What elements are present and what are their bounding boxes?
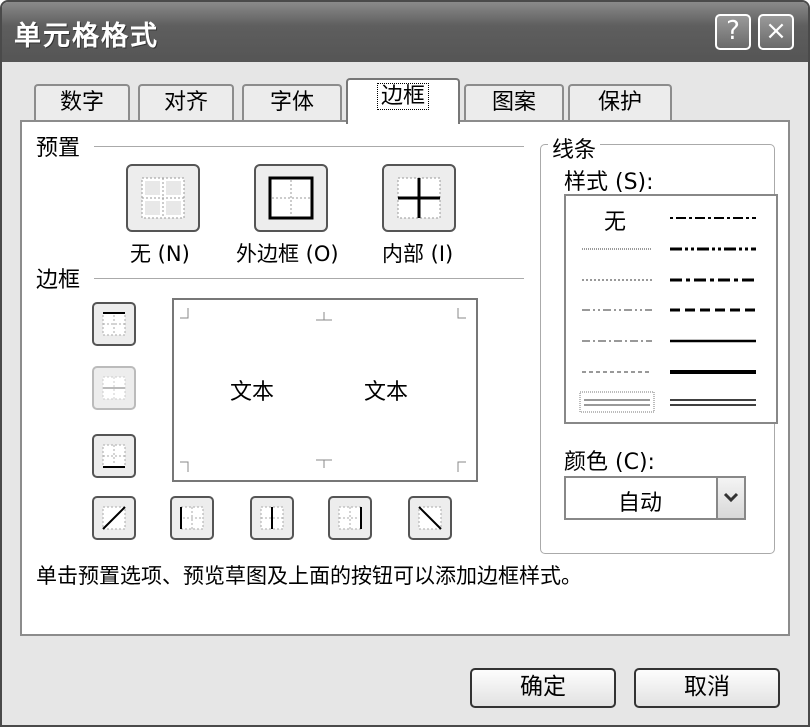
- tab-font[interactable]: 字体: [242, 84, 342, 122]
- border-divider: [94, 278, 524, 279]
- tab-panel: 预置 无 (N) 外边框 (O) 内部 (I) 边框 文本 文本 单击预置选项、…: [20, 120, 790, 636]
- cancel-button[interactable]: 取消: [634, 668, 780, 708]
- line-style-list[interactable]: 无: [564, 194, 778, 424]
- tab-strip: 数字 对齐 字体 边框 图案 保护: [2, 78, 808, 124]
- preview-text-left: 文本: [230, 380, 275, 405]
- preset-none-button[interactable]: [126, 164, 200, 232]
- tab-protection[interactable]: 保护: [568, 84, 672, 122]
- diagonal-down-border-icon: [418, 506, 442, 530]
- color-label: 颜色 (C):: [564, 450, 655, 475]
- diagonal-up-border-button[interactable]: [92, 496, 136, 540]
- diagonal-down-border-button[interactable]: [408, 496, 452, 540]
- right-border-icon: [338, 506, 362, 530]
- preset-outline-label: 外边框 (O): [236, 242, 339, 266]
- preset-outline-button[interactable]: [254, 164, 328, 232]
- left-border-button[interactable]: [170, 496, 214, 540]
- close-button[interactable]: ×: [758, 14, 794, 50]
- format-cells-dialog: 单元格格式 ? × 数字 对齐 字体 边框 图案 保护 预置 无 (N) 外边框…: [0, 0, 810, 727]
- style-label: 样式 (S):: [564, 170, 654, 195]
- line-heading: 线条: [548, 132, 601, 164]
- preset-none-label: 无 (N): [130, 242, 190, 266]
- preview-text-right: 文本: [364, 380, 409, 405]
- tab-number[interactable]: 数字: [34, 84, 130, 122]
- ok-button[interactable]: 确定: [470, 668, 616, 708]
- preview-corner-marks: [180, 308, 466, 472]
- preset-outline-icon: [268, 176, 314, 220]
- tab-alignment[interactable]: 对齐: [138, 84, 234, 122]
- color-select[interactable]: 自动: [564, 476, 746, 520]
- title-bar: 单元格格式 ? ×: [2, 2, 808, 62]
- preset-none-icon: [141, 177, 185, 219]
- line-style-samples: [579, 217, 756, 413]
- top-border-button[interactable]: [92, 302, 136, 346]
- preset-inside-label: 内部 (I): [382, 242, 454, 266]
- inside-horizontal-border-icon: [102, 376, 126, 400]
- inside-horizontal-border-button[interactable]: [92, 366, 136, 410]
- top-border-icon: [102, 312, 126, 336]
- bottom-border-icon: [102, 444, 126, 468]
- presets-heading: 预置: [36, 136, 81, 161]
- hint-text: 单击预置选项、预览草图及上面的按钮可以添加边框样式。: [36, 564, 582, 588]
- tab-border[interactable]: 边框: [346, 78, 460, 124]
- color-dropdown-button[interactable]: [716, 476, 746, 520]
- color-select-value: 自动: [618, 491, 663, 516]
- right-border-button[interactable]: [328, 496, 372, 540]
- diagonal-up-border-icon: [102, 506, 126, 530]
- preset-inside-button[interactable]: [382, 164, 456, 232]
- tab-patterns[interactable]: 图案: [464, 84, 564, 122]
- help-button[interactable]: ?: [715, 14, 751, 50]
- presets-divider: [94, 146, 524, 147]
- dialog-title: 单元格格式: [14, 21, 159, 52]
- border-heading: 边框: [36, 268, 81, 293]
- border-preview[interactable]: 文本 文本: [172, 298, 478, 482]
- left-border-icon: [180, 506, 204, 530]
- preset-inside-icon: [397, 177, 441, 219]
- inside-vertical-border-button[interactable]: [250, 496, 294, 540]
- tab-border-label: 边框: [376, 83, 429, 110]
- bottom-border-button[interactable]: [92, 434, 136, 478]
- chevron-down-icon: [723, 492, 739, 503]
- inside-vertical-border-icon: [260, 506, 284, 530]
